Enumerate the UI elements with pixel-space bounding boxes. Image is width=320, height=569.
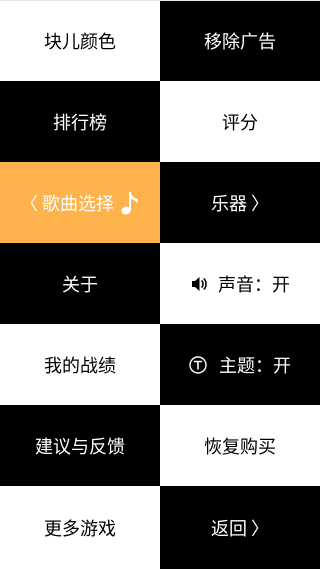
remove-ads-label: 移除广告 <box>204 31 276 53</box>
feedback-button[interactable]: 建议与反馈 <box>0 405 160 486</box>
more-games-button[interactable]: 更多游戏 <box>0 486 160 569</box>
remove-ads-button[interactable]: 移除广告 <box>160 0 320 81</box>
leaderboard-button[interactable]: 排行榜 <box>0 81 160 162</box>
chevron-right-icon: 〉 <box>251 193 269 215</box>
back-label: 返回 <box>211 518 247 540</box>
rate-button[interactable]: 评分 <box>160 81 320 162</box>
chevron-left-icon: 〈 <box>20 193 38 215</box>
rate-label: 评分 <box>222 112 258 134</box>
choose-song-label: 歌曲选择 <box>42 193 114 215</box>
feedback-label: 建议与反馈 <box>35 436 125 458</box>
instruments-label: 乐器 <box>211 193 247 215</box>
theme-label: 主题：开 <box>219 355 291 377</box>
sound-label: 声音：开 <box>218 274 290 296</box>
chevron-right-icon: 〉 <box>251 518 269 540</box>
restore-purchase-label: 恢复购买 <box>204 436 276 458</box>
music-note-icon <box>121 191 138 214</box>
menu-grid: 块儿颜色 移除广告 排行榜 评分 〈 歌曲选择 乐器 〉 关于 声音：开 我的战… <box>0 0 320 569</box>
top-divider <box>0 0 320 1</box>
block-color-button[interactable]: 块儿颜色 <box>0 0 160 81</box>
about-label: 关于 <box>62 274 98 296</box>
speaker-icon <box>192 276 207 291</box>
theme-toggle[interactable]: 主题：开 <box>160 324 320 405</box>
restore-purchase-button[interactable]: 恢复购买 <box>160 405 320 486</box>
t-circle-icon <box>189 355 207 374</box>
block-color-label: 块儿颜色 <box>44 31 116 53</box>
about-button[interactable]: 关于 <box>0 243 160 324</box>
leaderboard-label: 排行榜 <box>53 112 107 134</box>
my-record-label: 我的战绩 <box>44 355 116 377</box>
my-record-button[interactable]: 我的战绩 <box>0 324 160 405</box>
sound-toggle[interactable]: 声音：开 <box>160 243 320 324</box>
choose-song-button[interactable]: 〈 歌曲选择 <box>0 162 160 243</box>
instruments-button[interactable]: 乐器 〉 <box>160 162 320 243</box>
back-button[interactable]: 返回 〉 <box>160 486 320 569</box>
more-games-label: 更多游戏 <box>44 518 116 540</box>
